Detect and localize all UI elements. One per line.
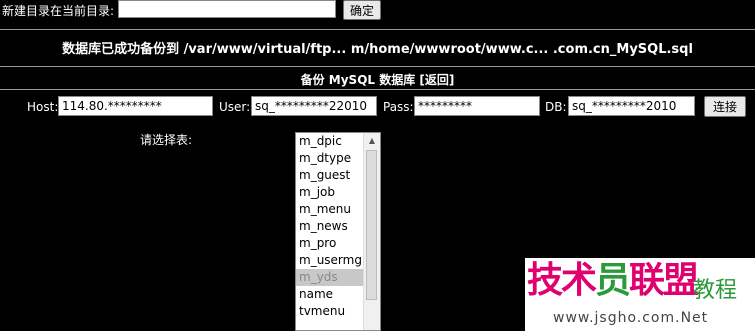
divider bbox=[0, 89, 755, 90]
connect-button[interactable]: 连接 bbox=[704, 96, 746, 117]
pass-label: Pass: bbox=[383, 100, 414, 114]
watermark-brand: 技术员联盟 bbox=[527, 260, 699, 301]
select-table-prompt: 请选择表: bbox=[140, 133, 193, 147]
table-list-item[interactable]: m_news bbox=[296, 218, 364, 235]
table-list-item[interactable]: tvmenu bbox=[296, 303, 364, 320]
mkdir-row: 新建目录在当前目录: 确定 bbox=[0, 0, 755, 20]
pass-input[interactable] bbox=[414, 96, 540, 116]
table-list-item[interactable]: m_yds bbox=[296, 269, 364, 286]
db-input[interactable] bbox=[568, 96, 695, 116]
table-list-item[interactable]: m_usermgr bbox=[296, 252, 367, 269]
table-list-item[interactable]: m_pro bbox=[296, 235, 364, 252]
mkdir-label: 新建目录在当前目录: bbox=[2, 4, 115, 18]
user-input[interactable] bbox=[251, 96, 377, 116]
table-list-item[interactable]: name bbox=[296, 286, 364, 303]
watermark-logo: 技术员联盟 教程 www.jsgho.com.Net bbox=[525, 258, 755, 331]
table-listbox[interactable]: m_dpic m_dtype m_guest m_job m_menu m_news m_p… bbox=[295, 132, 381, 331]
divider bbox=[0, 66, 755, 67]
section-title: 备份 MySQL 数据库 [返回] bbox=[300, 73, 455, 87]
user-label: User: bbox=[219, 100, 251, 114]
table-list-item[interactable]: m_job bbox=[296, 184, 364, 201]
watermark-url: www.jsgho.com.Net bbox=[553, 310, 709, 326]
host-input[interactable] bbox=[58, 96, 213, 116]
db-label: DB: bbox=[545, 100, 567, 114]
listbox-scrollbar[interactable]: ▲ bbox=[363, 133, 380, 330]
scroll-up-icon[interactable]: ▲ bbox=[365, 134, 379, 148]
divider bbox=[0, 29, 755, 30]
table-list-item[interactable]: m_menu bbox=[296, 201, 364, 218]
table-list: m_dpic m_dtype m_guest m_job m_menu m_news m_p… bbox=[296, 133, 367, 320]
watermark-suffix: 教程 bbox=[693, 278, 738, 303]
table-list-item[interactable]: m_dpic bbox=[296, 133, 364, 150]
backup-success-message: 数据库已成功备份到 /var/www/virtual/ftp... m/home… bbox=[62, 42, 693, 57]
table-list-item[interactable]: m_guest bbox=[296, 167, 364, 184]
scrollbar-thumb[interactable] bbox=[366, 150, 377, 300]
host-label: Host: bbox=[27, 100, 59, 114]
table-list-item[interactable]: m_dtype bbox=[296, 150, 364, 167]
mkdir-input[interactable] bbox=[118, 0, 336, 18]
confirm-button[interactable]: 确定 bbox=[343, 0, 381, 20]
